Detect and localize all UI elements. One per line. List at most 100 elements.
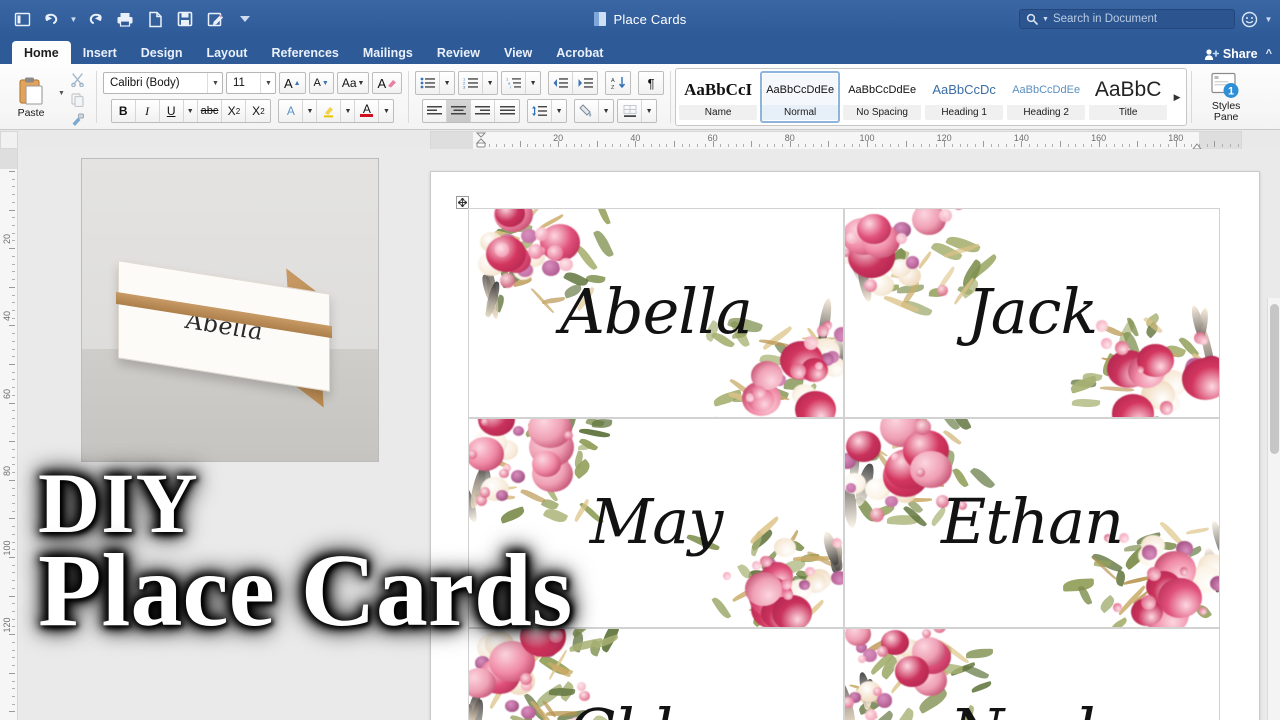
multilevel-caret-icon[interactable]: ▼ — [526, 72, 540, 94]
increase-indent-button[interactable] — [573, 72, 597, 94]
ruler-tick — [9, 557, 15, 558]
tab-insert[interactable]: Insert — [71, 41, 129, 64]
tab-home[interactable]: Home — [12, 41, 71, 64]
numbering-caret-icon[interactable]: ▼ — [483, 72, 497, 94]
underline-caret-icon[interactable]: ▼ — [184, 100, 198, 122]
clear-formatting-label: A — [377, 75, 387, 91]
shading-caret-icon[interactable]: ▼ — [599, 100, 613, 122]
ruler-tick — [488, 144, 490, 147]
ruler-tick — [12, 649, 15, 651]
place-card[interactable]: Jack — [844, 208, 1220, 418]
style-preview: AaBbCcDdEe — [766, 83, 835, 96]
undo-dropdown-caret-icon[interactable]: ▼ — [68, 15, 79, 24]
horizontal-ruler[interactable]: 20 40 60 80 100 120 140 160 180 — [430, 131, 1242, 149]
style-item-name[interactable]: AaBbCcI Name — [678, 71, 759, 123]
decrease-indent-button[interactable] — [549, 72, 574, 94]
style-item-title[interactable]: AaBbC Title — [1088, 71, 1169, 123]
borders-caret-icon[interactable]: ▼ — [642, 100, 656, 122]
tab-acrobat[interactable]: Acrobat — [544, 41, 615, 64]
clear-formatting-button[interactable]: A — [372, 72, 403, 94]
format-painter-icon[interactable] — [68, 111, 87, 128]
align-right-button[interactable] — [471, 100, 496, 122]
sort-button[interactable]: AZ — [606, 72, 630, 94]
styles-pane-button[interactable]: 1 Styles Pane — [1196, 72, 1256, 123]
sidebar-toggle-icon[interactable] — [8, 6, 36, 32]
tab-review[interactable]: Review — [425, 41, 492, 64]
customize-toolbar-icon[interactable] — [231, 6, 259, 32]
text-effects-caret-icon[interactable]: ▼ — [303, 100, 318, 122]
save-icon[interactable] — [171, 6, 199, 32]
right-indent-marker[interactable] — [1191, 140, 1203, 149]
account-dropdown-caret-icon[interactable]: ▼ — [1263, 15, 1274, 24]
numbering-button[interactable]: 123 — [459, 72, 484, 94]
underline-button[interactable]: U — [160, 100, 184, 122]
vertical-ruler[interactable]: 20 40 60 80 100 120 — [0, 149, 18, 720]
paste-button[interactable]: Paste — [5, 76, 57, 119]
tab-mailings[interactable]: Mailings — [351, 41, 425, 64]
ruler-tick — [542, 144, 544, 147]
vertical-scrollbar[interactable] — [1267, 298, 1280, 720]
line-spacing-caret-icon[interactable]: ▼ — [552, 100, 566, 122]
font-family-caret-icon[interactable]: ▼ — [207, 73, 219, 93]
tab-layout[interactable]: Layout — [194, 41, 259, 64]
place-card[interactable]: Noah — [844, 628, 1220, 720]
shading-button[interactable] — [575, 100, 600, 122]
bold-button[interactable]: B — [112, 100, 136, 122]
ruler-label: 80 — [784, 133, 795, 143]
bullets-caret-icon[interactable]: ▼ — [440, 72, 454, 94]
subscript-button[interactable]: X2 — [222, 100, 247, 122]
search-input[interactable]: ▼ Search in Document — [1019, 9, 1235, 29]
smiley-icon[interactable] — [1239, 9, 1259, 29]
redo-icon[interactable] — [81, 6, 109, 32]
font-size-caret-icon[interactable]: ▼ — [260, 73, 272, 93]
tab-references[interactable]: References — [259, 41, 350, 64]
tab-view[interactable]: View — [492, 41, 544, 64]
ruler-tick — [1036, 144, 1038, 147]
line-spacing-button[interactable] — [528, 100, 553, 122]
align-left-button[interactable] — [423, 100, 448, 122]
multilevel-list-button[interactable]: 1ai — [502, 72, 527, 94]
align-center-button[interactable] — [447, 100, 472, 122]
style-item-heading-2[interactable]: AaBbCcDdEe Heading 2 — [1006, 71, 1087, 123]
search-dropdown-caret-icon[interactable]: ▼ — [1042, 16, 1049, 23]
style-item-heading-1[interactable]: AaBbCcDc Heading 1 — [924, 71, 1005, 123]
justify-button[interactable] — [495, 100, 519, 122]
show-formatting-marks-button[interactable]: ¶ — [639, 72, 663, 94]
grow-font-button[interactable]: A ▲ — [278, 72, 306, 94]
ruler-tick — [836, 144, 838, 147]
italic-button[interactable]: I — [136, 100, 160, 122]
new-document-icon[interactable] — [141, 6, 169, 32]
style-item-normal[interactable]: AaBbCcDdEe Normal — [760, 71, 841, 123]
paste-dropdown-caret-icon[interactable]: ▼ — [58, 90, 65, 97]
bullets-button[interactable] — [416, 72, 441, 94]
place-card[interactable]: Ethan — [844, 418, 1220, 628]
highlight-caret-icon[interactable]: ▼ — [341, 100, 356, 122]
shrink-font-button[interactable]: A ▼ — [308, 72, 334, 94]
scrollbar-thumb[interactable] — [1270, 304, 1279, 454]
share-button[interactable]: Share — [1204, 47, 1258, 61]
cut-icon[interactable] — [68, 71, 87, 88]
font-size-combo[interactable]: 11 ▼ — [225, 72, 276, 94]
font-color-caret-icon[interactable]: ▼ — [379, 100, 393, 122]
font-family-combo[interactable]: Calibri (Body) ▼ — [102, 72, 223, 94]
superscript-button[interactable]: X2 — [246, 100, 270, 122]
borders-button[interactable] — [618, 100, 643, 122]
style-label: Heading 2 — [1007, 104, 1086, 120]
ruler-tick — [12, 703, 15, 705]
undo-icon[interactable] — [38, 6, 66, 32]
strikethrough-button[interactable]: abc — [198, 100, 223, 122]
highlight-button[interactable] — [317, 100, 342, 122]
tab-design[interactable]: Design — [129, 41, 195, 64]
font-color-button[interactable]: A — [355, 100, 380, 122]
change-case-button[interactable]: Aa ▼ — [336, 72, 370, 94]
text-effects-button[interactable]: A — [279, 100, 304, 122]
place-cards-table[interactable]: Abella Jack May Ethan — [456, 196, 1220, 720]
place-card[interactable]: Abella — [468, 208, 844, 418]
style-item-no-spacing[interactable]: AaBbCcDdEe No Spacing — [842, 71, 923, 123]
left-indent-marker[interactable] — [475, 132, 487, 149]
copy-icon[interactable] — [68, 91, 87, 108]
chevron-up-icon[interactable]: ^ — [1266, 48, 1272, 60]
chevron-right-icon[interactable]: ▶ — [1170, 71, 1184, 123]
edit-document-icon[interactable] — [201, 6, 229, 32]
print-icon[interactable] — [111, 6, 139, 32]
